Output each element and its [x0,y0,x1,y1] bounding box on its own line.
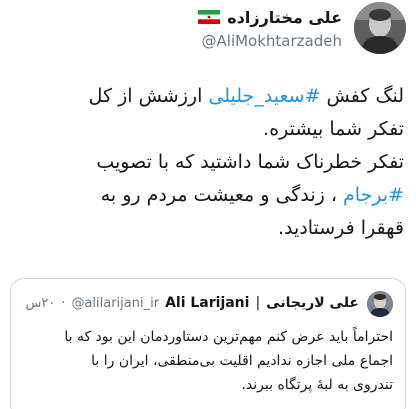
quoted-header: علی لاریجانی | Ali Larijani @alilarijani… [25,292,359,314]
tweet-line: لنگ کفش #سعید_جلیلی ارزشش از کل [6,80,404,113]
iran-flag-icon [198,10,221,24]
tweet-line: #برجام ، زندگی و معیشت مردم رو به [6,179,404,212]
author-name-row[interactable]: علی مختارزاده [198,6,342,28]
tweet-card: علی مختارزاده @AliMokhtarzadeh لنگ کفش #… [0,0,416,409]
quoted-author-avatar[interactable] [367,291,393,317]
tweet-text-segment: ، زندگی و معیشت مردم رو به [100,184,343,206]
tweet-text-segment: قهقرا فرستادید. [277,217,404,239]
tweet-text-segment: لنگ کفش [320,85,404,107]
tweet-line: تفکر شما بیشتره. [6,113,404,146]
quoted-timestamp[interactable]: ۲۰س [25,296,55,311]
name-separator: | [255,295,261,311]
quoted-display-name-en[interactable]: Ali Larijani [165,295,249,311]
quoted-handle[interactable]: @alilarijani_ir [71,296,159,311]
tweet-line: قهقرا فرستادید. [6,212,404,245]
avatar-photo-icon [354,2,406,54]
quoted-display-name-fa[interactable]: علی لاریجانی [266,295,359,311]
hashtag-link[interactable]: #برجام [343,184,404,206]
tweet-text-segment: تفکر خطرناک شما داشتید که با تصویب [96,151,404,173]
dot-separator: · [61,295,66,311]
avatar-photo-icon [367,291,393,317]
quoted-line: اجماع ملی اجازه ندادیم اقلیت بی‌منطقی، ا… [91,353,393,369]
author-display-name[interactable]: علی مختارزاده [227,8,342,27]
quoted-line: احتراماً باید عرض کنم مهم‌ترین دستاوردما… [64,329,393,345]
author-handle[interactable]: @AliMokhtarzadeh [202,32,342,50]
author-avatar[interactable] [354,2,406,54]
tweet-text-segment: تفکر شما بیشتره. [263,118,404,140]
tweet-line: تفکر خطرناک شما داشتید که با تصویب [6,146,404,179]
quoted-line: تندروی به لبهٔ پرتگاه ببرند. [241,377,393,393]
tweet-text: لنگ کفش #سعید_جلیلی ارزشش از کل تفکر شما… [6,80,404,245]
tweet-text-segment: ارزشش از کل [88,85,209,107]
hashtag-link[interactable]: #سعید_جلیلی [208,85,320,107]
quoted-text: احتراماً باید عرض کنم مهم‌ترین دستاوردما… [21,325,393,397]
quoted-tweet[interactable]: علی لاریجانی | Ali Larijani @alilarijani… [10,278,406,409]
